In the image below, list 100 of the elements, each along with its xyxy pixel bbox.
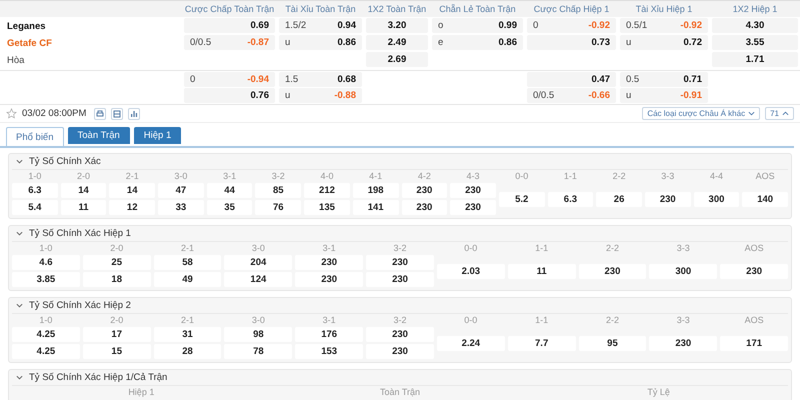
odds-cell[interactable]: 3.20 (366, 18, 428, 33)
odds-cell[interactable]: 230 (295, 272, 364, 287)
odds-cell[interactable]: 140 (742, 192, 788, 206)
star-icon[interactable] (6, 108, 17, 119)
tab[interactable]: Hiệp 1 (134, 127, 182, 144)
bar-chart-icon[interactable] (128, 108, 140, 120)
chevron-icon[interactable] (16, 374, 23, 381)
odds-cell[interactable]: 300 (649, 264, 718, 278)
odds-cell[interactable]: 230 (450, 183, 496, 198)
odds-cell[interactable]: 153 (295, 344, 364, 359)
odds-cell[interactable]: 0.73 (527, 35, 616, 50)
odds-cell[interactable]: 11 (508, 264, 576, 278)
odds-cell[interactable]: 17 (82, 327, 151, 342)
odds-cell[interactable]: 18 (82, 272, 151, 287)
odds-cell[interactable]: 1.71 (712, 52, 798, 67)
odds-cell[interactable]: 230 (720, 264, 788, 278)
chevron-icon[interactable] (16, 302, 23, 309)
odds-cell[interactable]: u 0.72 (620, 35, 708, 50)
odds-cell[interactable]: 230 (450, 200, 496, 215)
odds-cell[interactable]: 5.4 (12, 200, 58, 215)
odds-cell[interactable]: 230 (402, 200, 448, 215)
odds-cell[interactable]: 47 (158, 183, 204, 198)
odds-cell[interactable]: o 0.99 (432, 18, 523, 33)
odds-cell[interactable]: 4.30 (712, 18, 798, 33)
odds-cell[interactable]: 230 (295, 255, 364, 270)
odds-cell[interactable]: 0 -0.94 (184, 72, 275, 87)
odds-cell[interactable]: 230 (366, 272, 434, 287)
odds-cell[interactable]: 25 (82, 255, 151, 270)
odds-cell[interactable]: 44 (206, 183, 252, 198)
odds-cell[interactable]: 4.25 (12, 327, 80, 342)
odds-cell[interactable]: u -0.88 (279, 88, 362, 103)
odds-cell[interactable]: 0.69 (184, 18, 275, 33)
odds-cell[interactable]: 204 (224, 255, 292, 270)
odds-cell[interactable]: 7.7 (508, 336, 576, 350)
odds-cell[interactable]: 4.6 (12, 255, 80, 270)
odds-cell[interactable]: 3.85 (12, 272, 80, 287)
odds-cell[interactable]: 124 (224, 272, 292, 287)
odds-cell[interactable]: e 0.86 (432, 35, 523, 50)
bet-type-dropdown[interactable]: Các loại cược Châu Á khác (642, 107, 760, 120)
odds-cell[interactable]: 230 (402, 183, 448, 198)
odds-cell[interactable]: u 0.86 (279, 35, 362, 50)
odds-cell[interactable]: u -0.91 (620, 88, 708, 103)
odds-cell[interactable]: 98 (224, 327, 292, 342)
odds-cell[interactable]: 14 (60, 183, 106, 198)
odds-cell[interactable]: 198 (352, 183, 398, 198)
odds-cell[interactable]: 26 (596, 192, 642, 206)
odds-cell[interactable]: 4.25 (12, 344, 80, 359)
odds-cell[interactable]: 212 (304, 183, 350, 198)
odds-cell[interactable]: 49 (154, 272, 222, 287)
odds-cell[interactable]: 230 (366, 327, 434, 342)
tab[interactable]: Toàn Trận (68, 127, 130, 144)
odds-cell[interactable]: 0/0.5 -0.66 (527, 88, 616, 103)
odds-cell[interactable]: 3.55 (712, 35, 798, 50)
odds-cell[interactable]: 135 (304, 200, 350, 215)
odds-cell[interactable]: 15 (82, 344, 151, 359)
odds-cell[interactable]: 35 (206, 200, 252, 215)
odds-cell[interactable]: 176 (295, 327, 364, 342)
odds-cell[interactable]: 28 (154, 344, 222, 359)
section-title[interactable]: Tỷ Số Chính Xác (29, 156, 101, 167)
section-title[interactable]: Tỷ Số Chính Xác Hiệp 2 (29, 300, 131, 311)
odds-cell[interactable]: 230 (366, 344, 434, 359)
printer-icon[interactable] (94, 108, 106, 120)
odds-cell[interactable]: 0.5 0.71 (620, 72, 708, 87)
tab[interactable]: Phổ biến (6, 127, 64, 146)
odds-cell[interactable]: 230 (366, 255, 434, 270)
odds-cell[interactable]: 14 (109, 183, 156, 198)
odds-cell[interactable]: 230 (644, 192, 691, 206)
odds-cell[interactable]: 2.03 (436, 264, 505, 278)
odds-cell[interactable]: 11 (60, 200, 106, 215)
odds-cell[interactable]: 1.5 0.68 (279, 72, 362, 87)
odds-cell[interactable]: 6.3 (548, 192, 594, 206)
odds-cell[interactable]: 6.3 (12, 183, 58, 198)
odds-cell[interactable]: 300 (694, 192, 740, 206)
odds-cell[interactable]: 85 (255, 183, 302, 198)
odds-cell[interactable]: 2.69 (366, 52, 428, 67)
odds-cell[interactable]: 0.47 (527, 72, 616, 87)
odds-cell[interactable]: 230 (578, 264, 646, 278)
odds-cell[interactable]: 1.5/2 0.94 (279, 18, 362, 33)
odds-cell[interactable]: 230 (649, 336, 718, 350)
odds-cell[interactable]: 33 (158, 200, 204, 215)
odds-cell[interactable]: 58 (154, 255, 222, 270)
chevron-icon[interactable] (16, 158, 23, 165)
odds-cell[interactable]: 0.5/1 -0.92 (620, 18, 708, 33)
section-title[interactable]: Tỷ Số Chính Xác Hiệp 1 (29, 228, 131, 239)
odds-cell[interactable]: 141 (352, 200, 398, 215)
odds-cell[interactable]: 12 (109, 200, 156, 215)
odds-cell[interactable]: 95 (578, 336, 646, 350)
odds-cell[interactable]: 2.24 (436, 336, 505, 350)
chevron-icon[interactable] (16, 230, 23, 237)
odds-cell[interactable]: 5.2 (498, 192, 545, 206)
odds-cell[interactable]: 2.49 (366, 35, 428, 50)
odds-cell[interactable]: 76 (255, 200, 302, 215)
odds-cell[interactable]: 0/0.5 -0.87 (184, 35, 275, 50)
list-icon[interactable] (111, 108, 124, 120)
count-button[interactable]: 71 (765, 107, 794, 120)
odds-cell[interactable]: 78 (224, 344, 292, 359)
odds-cell[interactable]: 0.76 (184, 88, 275, 103)
odds-cell[interactable]: 0 -0.92 (527, 18, 616, 33)
odds-cell[interactable]: 171 (720, 336, 788, 350)
section-title[interactable]: Tỷ Số Chính Xác Hiệp 1/Cả Trận (29, 372, 168, 383)
